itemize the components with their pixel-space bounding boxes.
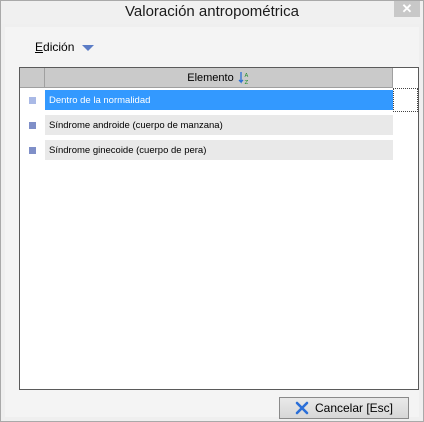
row-marker-icon xyxy=(29,121,36,129)
row-selector[interactable] xyxy=(20,115,45,135)
window-title: Valoración antropométrica xyxy=(125,3,299,20)
row-cell[interactable]: Síndrome androide (cuerpo de manzana) xyxy=(45,115,393,135)
column-header-label: Elemento xyxy=(187,71,234,84)
focus-rectangle xyxy=(393,88,418,112)
dropdown-arrow-icon[interactable] xyxy=(82,44,95,51)
close-icon: ✕ xyxy=(401,1,413,16)
grid-row[interactable]: Síndrome androide (cuerpo de manzana) xyxy=(20,115,393,135)
row-marker-icon xyxy=(29,96,36,104)
grid-header: Elemento A Z xyxy=(20,68,418,88)
cancel-button[interactable]: Cancelar [Esc] xyxy=(279,397,409,419)
sort-az-icon[interactable]: A Z xyxy=(238,71,250,85)
row-selector[interactable] xyxy=(20,90,45,110)
footer: Cancelar [Esc] xyxy=(5,395,419,419)
dialog-content: Edición Elemento A Z Dentro de la normal… xyxy=(5,27,419,419)
edicion-menu[interactable]: Edición xyxy=(35,40,95,54)
dialog-window: Valoración antropométrica ✕ Edición Elem… xyxy=(0,0,424,422)
row-selector[interactable] xyxy=(20,140,45,160)
elements-grid[interactable]: Elemento A Z Dentro de la normalidad Sín… xyxy=(19,67,419,390)
column-header-elemento[interactable]: Elemento A Z xyxy=(45,68,393,88)
header-corner xyxy=(20,68,45,88)
svg-text:Z: Z xyxy=(244,80,248,85)
grid-row[interactable]: Dentro de la normalidad xyxy=(20,90,393,110)
row-cell[interactable]: Síndrome ginecoide (cuerpo de pera) xyxy=(45,140,393,160)
menu-accelerator: E xyxy=(35,40,44,54)
svg-text:A: A xyxy=(244,73,248,79)
menu-label: dición xyxy=(43,40,75,54)
row-marker-icon xyxy=(29,146,36,154)
title-bar[interactable]: Valoración antropométrica ✕ xyxy=(1,1,423,24)
toolbar: Edición xyxy=(5,27,419,61)
header-empty xyxy=(393,68,418,88)
cancel-x-icon xyxy=(295,401,309,415)
grid-row[interactable]: Síndrome ginecoide (cuerpo de pera) xyxy=(20,140,393,160)
close-button[interactable]: ✕ xyxy=(394,1,420,17)
cancel-label: Cancelar [Esc] xyxy=(314,401,394,415)
row-cell[interactable]: Dentro de la normalidad xyxy=(45,90,393,110)
